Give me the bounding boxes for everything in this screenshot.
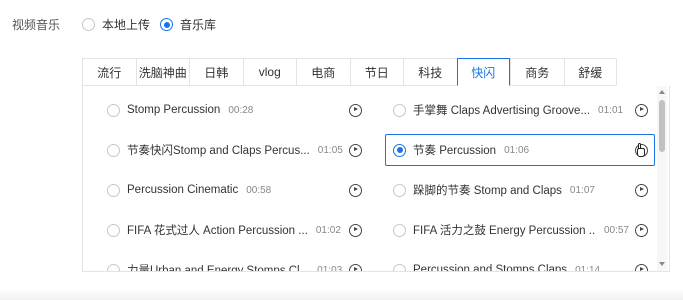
track-duration: 01:02 [315,224,341,236]
track-name: Percussion Cinematic [127,184,239,196]
track-name: Stomp Percussion [127,104,221,116]
track-radio[interactable] [393,103,406,117]
tab-3[interactable]: vlog [242,58,296,86]
track-radio[interactable] [393,223,406,237]
tab-8[interactable]: 商务 [510,58,564,86]
hand-pointer-icon [634,143,646,159]
track-duration: 01:03 [317,264,343,272]
tab-2[interactable]: 日韩 [189,58,243,86]
track-duration: 00:28 [228,104,254,116]
source-option-music-library[interactable]: 音乐库 [160,16,216,33]
source-option-label: 本地上传 [102,18,151,32]
track-item[interactable]: 手掌舞 Claps Advertising Groove... 01:01 [385,94,655,126]
play-circle-icon[interactable] [349,263,362,271]
track-duration: 01:06 [504,144,530,156]
track-radio[interactable] [107,223,120,237]
tab-5[interactable]: 节日 [349,58,403,86]
play-circle-icon[interactable] [635,183,648,197]
track-name: FIFA 花式过人 Action Percussion ... [127,225,308,237]
scroll-down-arrow-icon[interactable] [659,262,665,266]
track-name: 跺脚的节奏 Stomp and Claps [413,185,562,197]
track-name: Percussion and Stomps Claps [413,264,568,272]
track-duration: 00:58 [246,184,272,196]
play-circle-icon[interactable] [349,183,362,197]
track-duration: 01:14 [575,264,601,272]
source-option-label: 音乐库 [180,18,217,32]
track-item[interactable]: Percussion Cinematic 00:58 [99,174,369,206]
radio-local-upload[interactable] [82,18,95,31]
track-list-panel: Stomp Percussion 00:28 手掌舞 Claps Advertisi… [82,86,670,272]
track-radio[interactable] [107,103,120,117]
track-radio[interactable] [393,263,406,271]
track-item[interactable]: 力量Urban and Energy Stomps Cl... 01:03 [99,254,369,272]
play-circle-icon[interactable] [635,103,648,117]
tab-6[interactable]: 科技 [403,58,457,86]
track-name: FIFA 活力之鼓 Energy Percussion ... [413,225,596,237]
category-tabs: 流行 洗脑神曲 日韩 vlog 电商 节日 科技 快闪 商务 舒缓 [82,58,617,86]
tab-0[interactable]: 流行 [82,58,136,86]
scroll-up-arrow-icon[interactable] [659,90,665,94]
track-name: 节奏 Percussion [413,145,497,157]
tab-9[interactable]: 舒缓 [563,58,617,86]
track-duration: 01:01 [598,104,624,116]
track-name: 手掌舞 Claps Advertising Groove... [413,105,591,117]
video-music-label: 视频音乐 [12,18,61,32]
track-duration: 01:05 [317,144,343,156]
play-circle-icon[interactable] [635,263,648,271]
track-radio[interactable] [393,143,406,157]
track-duration: 00:57 [603,224,629,236]
track-radio[interactable] [107,263,120,271]
track-radio[interactable] [107,143,120,157]
play-circle-icon[interactable] [635,223,648,237]
tab-7[interactable]: 快闪 [456,58,510,86]
track-item[interactable]: FIFA 花式过人 Action Percussion ... 01:02 [99,214,369,246]
track-name: 力量Urban and Energy Stomps Cl... [127,265,310,272]
play-circle-icon[interactable] [349,143,362,157]
track-duration: 01:07 [569,184,595,196]
play-circle-icon[interactable] [349,103,362,117]
tab-4[interactable]: 电商 [296,58,350,86]
track-radio[interactable] [107,183,120,197]
bottom-edge-shadow [0,288,683,300]
track-item[interactable]: 节奏 Percussion 01:06 [385,134,655,166]
track-radio[interactable] [393,183,406,197]
source-option-local-upload[interactable]: 本地上传 [82,16,150,33]
radio-music-library[interactable] [160,18,173,31]
tab-1[interactable]: 洗脑神曲 [135,58,189,86]
track-item[interactable]: Percussion and Stomps Claps 01:14 [385,254,655,272]
track-grid: Stomp Percussion 00:28 手掌舞 Claps Advertisi… [99,94,657,272]
track-item[interactable]: Stomp Percussion 00:28 [99,94,369,126]
play-circle-icon[interactable] [349,223,362,237]
track-item[interactable]: 节奏快闪Stomp and Claps Percus... 01:05 [99,134,369,166]
cursor-palm [637,148,645,157]
track-item[interactable]: 跺脚的节奏 Stomp and Claps 01:07 [385,174,655,206]
track-name: 节奏快闪Stomp and Claps Percus... [127,145,310,157]
scrollbar-thumb[interactable] [659,100,665,152]
track-item[interactable]: FIFA 活力之鼓 Energy Percussion ... 00:57 [385,214,655,246]
scrollbar[interactable] [657,86,667,271]
